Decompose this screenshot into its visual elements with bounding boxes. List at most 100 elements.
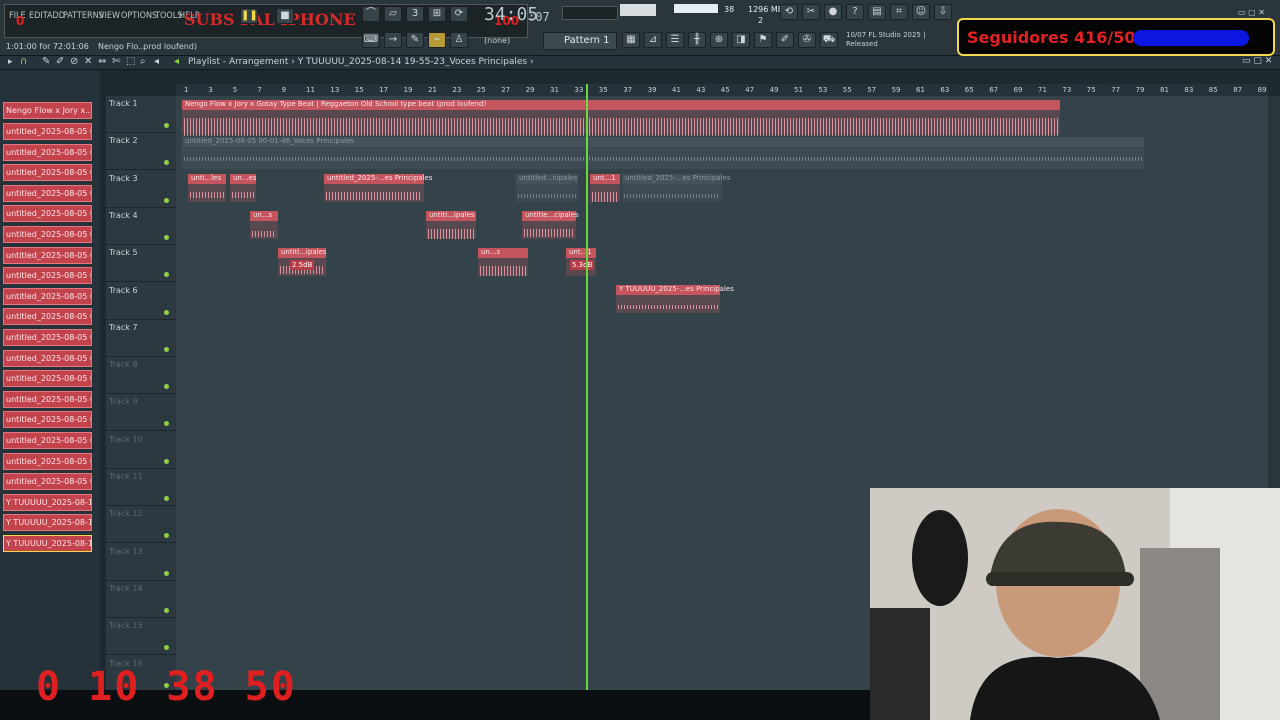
clip-list-item[interactable]: untitled_2025-08-05 00-... [3,267,92,284]
select-tool-icon[interactable]: ⬚ [126,56,135,67]
clip-list-item[interactable]: untitled_2025-08-05 00-... [3,164,92,181]
refresh-icon[interactable]: ⟲ [780,4,798,20]
effects-icon[interactable]: ⊕ [710,32,728,48]
clip-list-item[interactable]: untitled_2025-08-05 00-... [3,144,92,161]
audio-clip[interactable]: unt...1 5.3dB [566,248,596,276]
track-header[interactable]: Track 5 [106,245,176,283]
playlist-window-controls[interactable]: ▭ ▢ ✕ [1242,56,1272,66]
news-panel[interactable]: 10/07 FL Studio 2025 | Released [846,31,925,49]
zoom-tool-icon[interactable]: ⌕ [140,56,146,67]
piano-roll-icon[interactable]: ⊿ [644,32,662,48]
track-mute-led[interactable] [164,346,169,352]
pattern-selector[interactable]: Pattern 1 [543,32,617,50]
track-mute-led[interactable] [164,458,169,464]
track-mute-led[interactable] [164,384,169,390]
track-header[interactable]: Track 2 [106,133,176,171]
link-icon[interactable]: ⌁ [428,32,446,48]
plugin-picker-icon[interactable]: ⚑ [754,32,772,48]
loop-record-icon[interactable]: ⟳ [450,6,468,22]
track-header[interactable]: Track 7 [106,320,176,357]
chat-icon[interactable]: ☺ [912,4,930,20]
track-mute-led[interactable] [164,197,169,203]
channel-rack-icon[interactable]: ☰ [666,32,684,48]
clip-list-item-selected[interactable]: Y TUUUUU_2025-08-14 1... [3,535,92,552]
paint-tool-icon[interactable]: ✐ [56,56,64,67]
clip-list-item[interactable]: Nengo Flow x Jory x... [3,102,92,119]
track-mute-led[interactable] [164,309,169,315]
audio-clip-muted[interactable]: untitled...cipales [516,174,578,202]
audio-clip[interactable]: unt...1 [590,174,620,202]
track-mute-led[interactable] [164,272,169,278]
track-header[interactable]: Track 15 [106,618,176,656]
playhead[interactable] [586,84,588,694]
audio-clip[interactable]: untitl...ipales [426,211,476,239]
slip-tool-icon[interactable]: ⇔ [98,56,106,67]
audio-clip[interactable]: Nengo Flow x Jory x Gotay Type Beat | Re… [182,100,1060,136]
clip-list-item[interactable]: untitled_2025-08-05 00-... [3,370,92,387]
track-header[interactable]: Track 13 [106,544,176,581]
track-mute-led[interactable] [164,607,169,613]
clip-list-item[interactable]: Y TUUUUU_2025-08-14 1... [3,494,92,511]
snap-selector[interactable]: (none) [484,36,510,45]
mixer-icon[interactable]: ╫ [688,32,706,48]
metronome-icon[interactable]: ⌒ [362,6,380,22]
audio-clip[interactable]: Y TUUUUU_2025-...es Principales [616,285,734,313]
window-controls[interactable]: ▭ ▢ ✕ [1238,8,1278,17]
pause-icon[interactable]: ❚❚ [240,8,258,24]
playlist-icon[interactable]: ▦ [622,32,640,48]
menu-patterns[interactable]: PATTERNS [63,11,104,21]
track-header[interactable]: Track 11 [106,469,176,506]
edison-icon[interactable]: ✐ [776,32,794,48]
track-mute-led[interactable] [164,570,169,576]
track-header[interactable]: Track 12 [106,506,176,544]
clip-list-item[interactable]: untitled_2025-08-05 00-... [3,329,92,346]
browser-icon[interactable]: ◨ [732,32,750,48]
audio-clip[interactable]: un...s [478,248,528,276]
track-mute-led[interactable] [164,533,169,539]
clip-list-item[interactable]: untitled_2025-08-05 00-... [3,432,92,449]
draw-tool-icon[interactable]: ✎ [42,56,50,67]
track-mute-led[interactable] [164,645,169,651]
track-header[interactable]: Track 1 [106,96,176,133]
help-icon[interactable]: ? [846,4,864,20]
brush-icon[interactable]: ✇ [798,32,816,48]
blend-notes-icon[interactable]: ⊞ [428,6,446,22]
timeline-ruler[interactable]: 1 3 5 7 9 11 13 15 17 19 21 23 25 27 29 31 33 35 37 39 41 43 4… [176,84,1268,96]
mic-icon[interactable]: ● [824,4,842,20]
clip-list-item[interactable]: untitled_2025-08-05 00-... [3,350,92,367]
audio-clip-muted[interactable]: untitled_2025-...es Principales [622,174,730,202]
stop-icon[interactable]: ■ [276,8,294,24]
countdown-icon[interactable]: 3 [406,6,424,22]
track-header[interactable]: Track 4 [106,208,176,245]
track-header[interactable]: Track 14 [106,581,176,618]
clip-list-item[interactable]: Y TUUUUU_2025-08-14 1... [3,514,92,531]
options-arrow-icon[interactable]: ▸ [8,57,13,67]
audio-clip[interactable]: untitled_2025-...es Principales [324,174,432,202]
slice-tool-icon[interactable]: ✄ [112,56,120,67]
cut-icon[interactable]: ✂ [802,4,820,20]
track-header[interactable]: Track 6 [106,283,176,320]
clip-list-item[interactable]: untitled_2025-08-05 00-... [3,453,92,470]
clip-list-item[interactable]: untitled_2025-08-05 00-... [3,226,92,243]
pen-icon[interactable]: ✎ [406,32,424,48]
audio-clip[interactable]: untitle...cipales [522,211,579,239]
playlist-arrow-icon[interactable]: ◂ [174,56,179,67]
clip-list-item[interactable]: untitled_2025-08-05 00-... [3,185,92,202]
snap-icon[interactable]: → [384,32,402,48]
playback-tool-icon[interactable]: ◂ [154,56,159,67]
menu-view[interactable]: VIEW [99,11,120,21]
track-mute-led[interactable] [164,123,169,128]
clip-list-item[interactable]: untitled_2025-08-05 00-... [3,123,92,140]
shop-icon[interactable]: ⛟ [820,32,838,48]
wait-input-icon[interactable]: ⏥ [384,6,402,22]
plugin-icon[interactable]: ⌗ [890,4,908,20]
download-icon[interactable]: ⇩ [934,4,952,20]
clip-list-item[interactable]: untitled_2025-08-05 00-... [3,411,92,428]
track-mute-led[interactable] [164,496,169,501]
audio-clip-muted[interactable]: untitled_2025-08-05 00-01-46_Voces Princ… [182,137,1144,169]
track-mute-led[interactable] [164,234,169,240]
track-header[interactable]: Track 9 [106,394,176,432]
magnet-icon[interactable]: ∩ [20,56,27,67]
delete-tool-icon[interactable]: ⊘ [70,56,78,67]
stamp-icon[interactable]: ♙ [450,32,468,48]
